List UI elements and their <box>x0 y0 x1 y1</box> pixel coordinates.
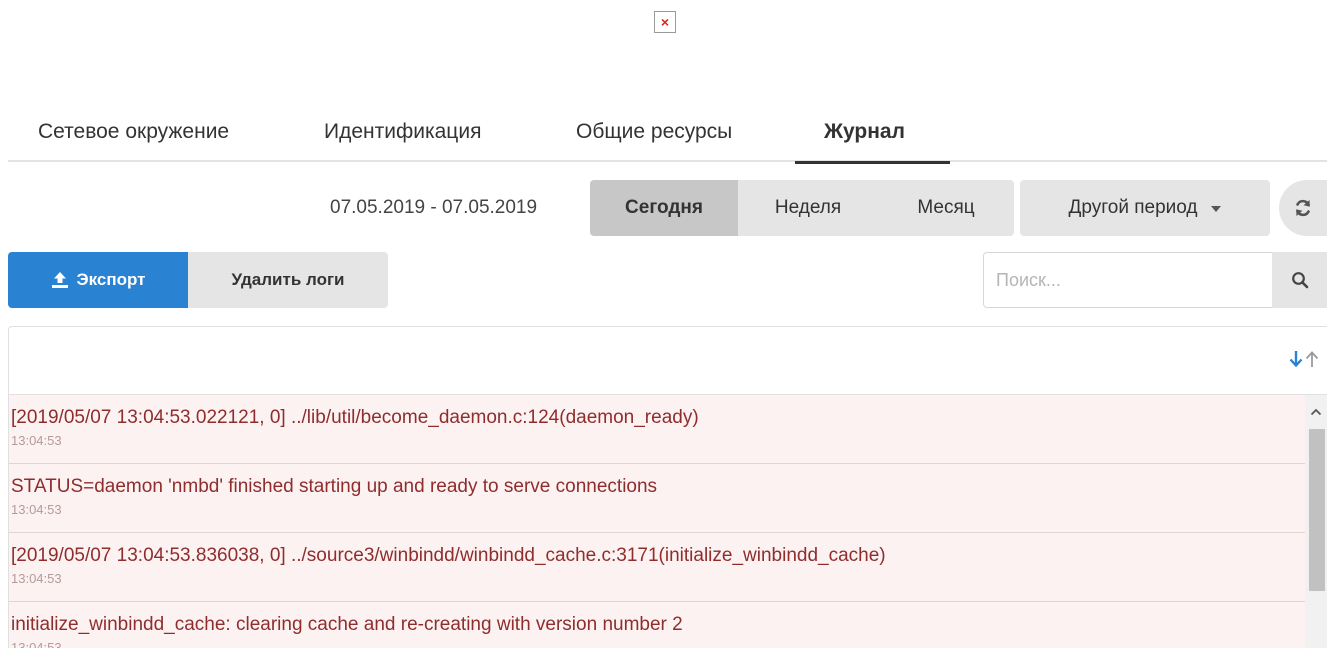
log-timestamp: 13:04:53 <box>11 571 62 586</box>
tab-shared-resources-label: Общие ресурсы <box>576 120 733 143</box>
log-message: [2019/05/07 13:04:53.022121, 0] ../lib/u… <box>11 407 699 428</box>
search-input[interactable] <box>983 252 1272 308</box>
search-icon <box>1291 272 1308 289</box>
tab-identification-label: Идентификация <box>324 120 482 143</box>
period-today-button[interactable]: Сегодня <box>590 180 738 236</box>
log-header <box>9 327 1327 395</box>
export-label: Экспорт <box>76 270 146 289</box>
period-selector: Сегодня Неделя Месяц <box>590 180 1014 236</box>
log-scrollbar[interactable] <box>1305 395 1327 648</box>
tab-network[interactable]: Сетевое окружение <box>8 102 288 162</box>
tab-shared-resources[interactable]: Общие ресурсы <box>538 102 795 162</box>
delete-logs-label: Удалить логи <box>231 270 345 289</box>
refresh-icon <box>1296 199 1310 217</box>
log-panel: [2019/05/07 13:04:53.022121, 0] ../lib/u… <box>8 326 1327 648</box>
date-range-text: 07.05.2019 - 07.05.2019 <box>330 197 538 218</box>
upload-icon <box>51 272 68 288</box>
log-entry: [2019/05/07 13:04:53.836038, 0] ../sourc… <box>9 533 1305 602</box>
broken-image-icon: × <box>654 11 676 33</box>
other-period-dropdown[interactable]: Другой период <box>1020 180 1270 236</box>
sort-desc-arrow-icon <box>1289 351 1303 368</box>
tab-journal-label: Журнал <box>824 120 905 143</box>
refresh-button[interactable] <box>1279 180 1327 236</box>
sort-toggle[interactable] <box>1289 349 1319 369</box>
period-month-button[interactable]: Месяц <box>878 180 1014 236</box>
log-entry: initialize_winbindd_cache: clearing cach… <box>9 602 1305 648</box>
log-list: [2019/05/07 13:04:53.022121, 0] ../lib/u… <box>9 395 1305 648</box>
tab-journal[interactable]: Журнал <box>795 102 950 164</box>
tab-identification[interactable]: Идентификация <box>288 102 538 162</box>
tab-bar: Сетевое окружение Идентификация Общие ре… <box>8 102 1327 164</box>
log-message: STATUS=daemon 'nmbd' finished starting u… <box>11 476 658 497</box>
delete-logs-button[interactable]: Удалить логи <box>188 252 388 308</box>
log-timestamp: 13:04:53 <box>11 640 62 648</box>
period-week-button[interactable]: Неделя <box>738 180 878 236</box>
chevron-up-icon <box>1310 408 1322 416</box>
export-button[interactable]: Экспорт <box>8 252 188 308</box>
caret-down-icon <box>1211 206 1222 212</box>
log-timestamp: 13:04:53 <box>11 433 62 448</box>
broken-image-glyph: × <box>660 14 670 30</box>
search-button[interactable] <box>1272 252 1327 308</box>
other-period-label: Другой период <box>1068 197 1198 218</box>
log-message: [2019/05/07 13:04:53.836038, 0] ../sourc… <box>11 545 886 566</box>
scroll-up-button[interactable] <box>1305 395 1327 429</box>
tab-network-label: Сетевое окружение <box>38 120 230 143</box>
sort-asc-arrow-icon <box>1305 351 1319 367</box>
log-message: initialize_winbindd_cache: clearing cach… <box>11 614 683 635</box>
log-entry: STATUS=daemon 'nmbd' finished starting u… <box>9 464 1305 533</box>
log-timestamp: 13:04:53 <box>11 502 62 517</box>
scroll-thumb[interactable] <box>1309 429 1325 591</box>
log-entry: [2019/05/07 13:04:53.022121, 0] ../lib/u… <box>9 395 1305 464</box>
